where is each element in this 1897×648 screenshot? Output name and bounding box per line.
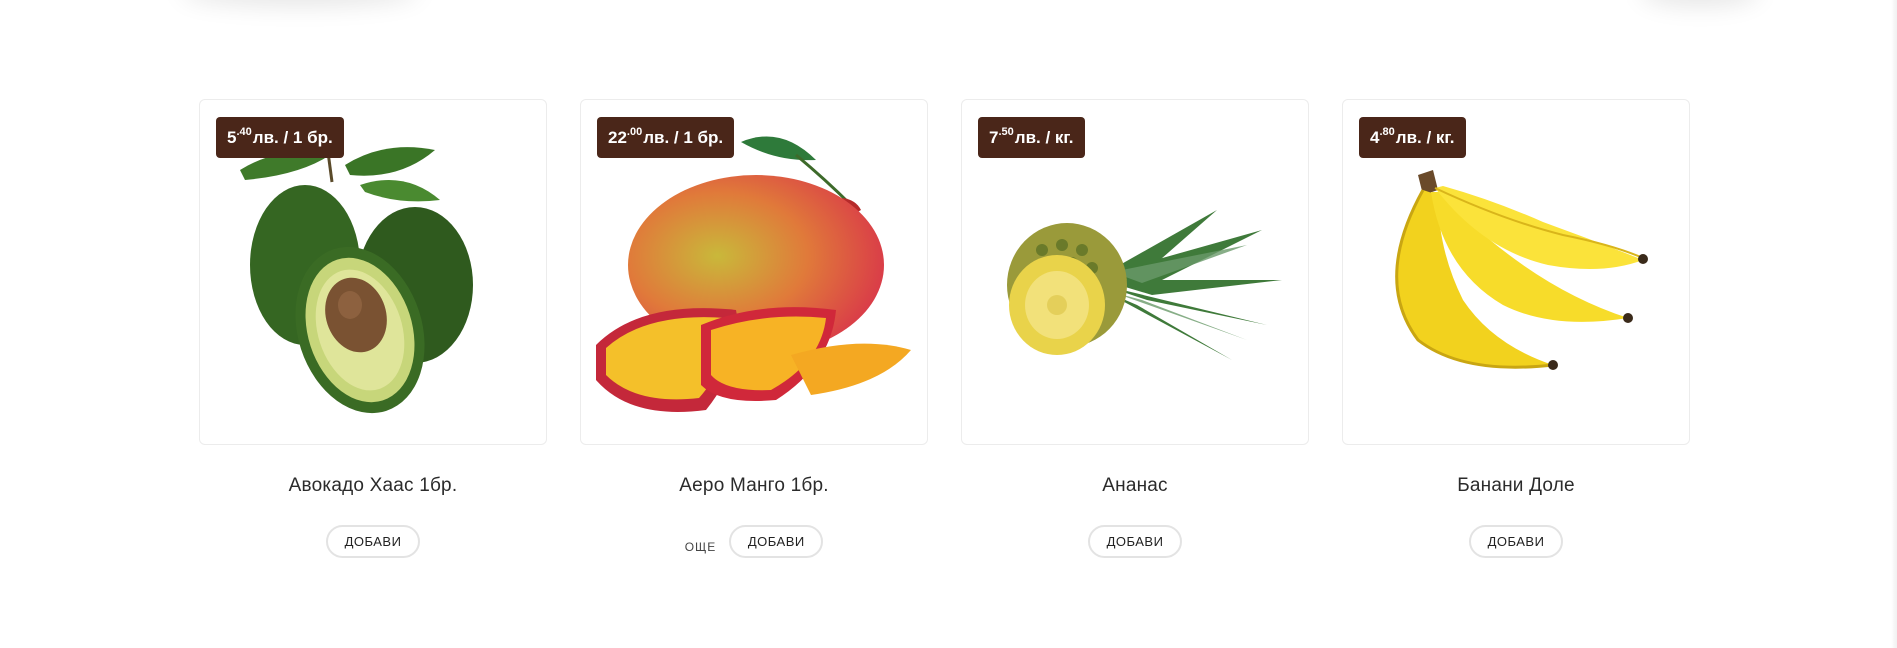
product-actions: ДОБАВИ <box>1469 525 1563 558</box>
product-image-card[interactable]: 4.80 лв. / кг. <box>1342 99 1690 445</box>
product-image-card[interactable]: 7.50 лв. / кг. <box>961 99 1309 445</box>
product-card: 4.80 лв. / кг. Банани Доле ДОБАВИ <box>1342 99 1690 558</box>
add-to-cart-button[interactable]: ДОБАВИ <box>729 525 824 558</box>
product-actions: ДОБАВИ <box>326 525 420 558</box>
product-card: 5.40 лв. / 1 бр. Авокадо Хаас 1бр. ДОБАВ… <box>199 99 547 558</box>
product-card: 22.00 лв. / 1 бр. Аеро Манго 1бр. ОЩЕ ДО… <box>580 99 928 558</box>
price-decimals: .50 <box>998 125 1014 138</box>
price-unit: лв. / 1 бр. <box>643 127 724 147</box>
price-integer: 5 <box>227 127 237 147</box>
price-decimals: .80 <box>1379 125 1395 138</box>
product-actions: ДОБАВИ <box>1088 525 1182 558</box>
price-unit: лв. / 1 бр. <box>252 127 333 147</box>
price-badge: 4.80 лв. / кг. <box>1359 117 1466 158</box>
scrollbar-track[interactable] <box>1891 0 1897 648</box>
price-integer: 4 <box>1370 127 1380 147</box>
price-decimals: .40 <box>236 125 252 138</box>
price-badge: 7.50 лв. / кг. <box>978 117 1085 158</box>
price-integer: 7 <box>989 127 999 147</box>
product-grid: 5.40 лв. / 1 бр. Авокадо Хаас 1бр. ДОБАВ… <box>199 99 1690 558</box>
product-name[interactable]: Аеро Манго 1бр. <box>679 475 828 499</box>
price-unit: лв. / кг. <box>1395 127 1455 147</box>
price-badge: 22.00 лв. / 1 бр. <box>597 117 735 158</box>
product-image-card[interactable]: 22.00 лв. / 1 бр. <box>580 99 928 445</box>
price-integer: 22 <box>608 127 627 147</box>
product-listing-page: 5.40 лв. / 1 бр. Авокадо Хаас 1бр. ДОБАВ… <box>0 0 1897 648</box>
price-unit: лв. / кг. <box>1014 127 1074 147</box>
product-image-card[interactable]: 5.40 лв. / 1 бр. <box>199 99 547 445</box>
product-card: 7.50 лв. / кг. Ананас ДОБАВИ <box>961 99 1309 558</box>
add-to-cart-button[interactable]: ДОБАВИ <box>326 525 420 558</box>
product-actions: ОЩЕ ДОБАВИ <box>685 525 824 558</box>
more-link[interactable]: ОЩЕ <box>685 540 717 554</box>
add-to-cart-button[interactable]: ДОБАВИ <box>1469 525 1563 558</box>
add-to-cart-button[interactable]: ДОБАВИ <box>1088 525 1182 558</box>
price-decimals: .00 <box>626 125 643 138</box>
product-name[interactable]: Ананас <box>1102 475 1168 499</box>
price-badge: 5.40 лв. / 1 бр. <box>216 117 344 158</box>
product-name[interactable]: Банани Доле <box>1457 475 1575 499</box>
product-name[interactable]: Авокадо Хаас 1бр. <box>289 475 458 499</box>
